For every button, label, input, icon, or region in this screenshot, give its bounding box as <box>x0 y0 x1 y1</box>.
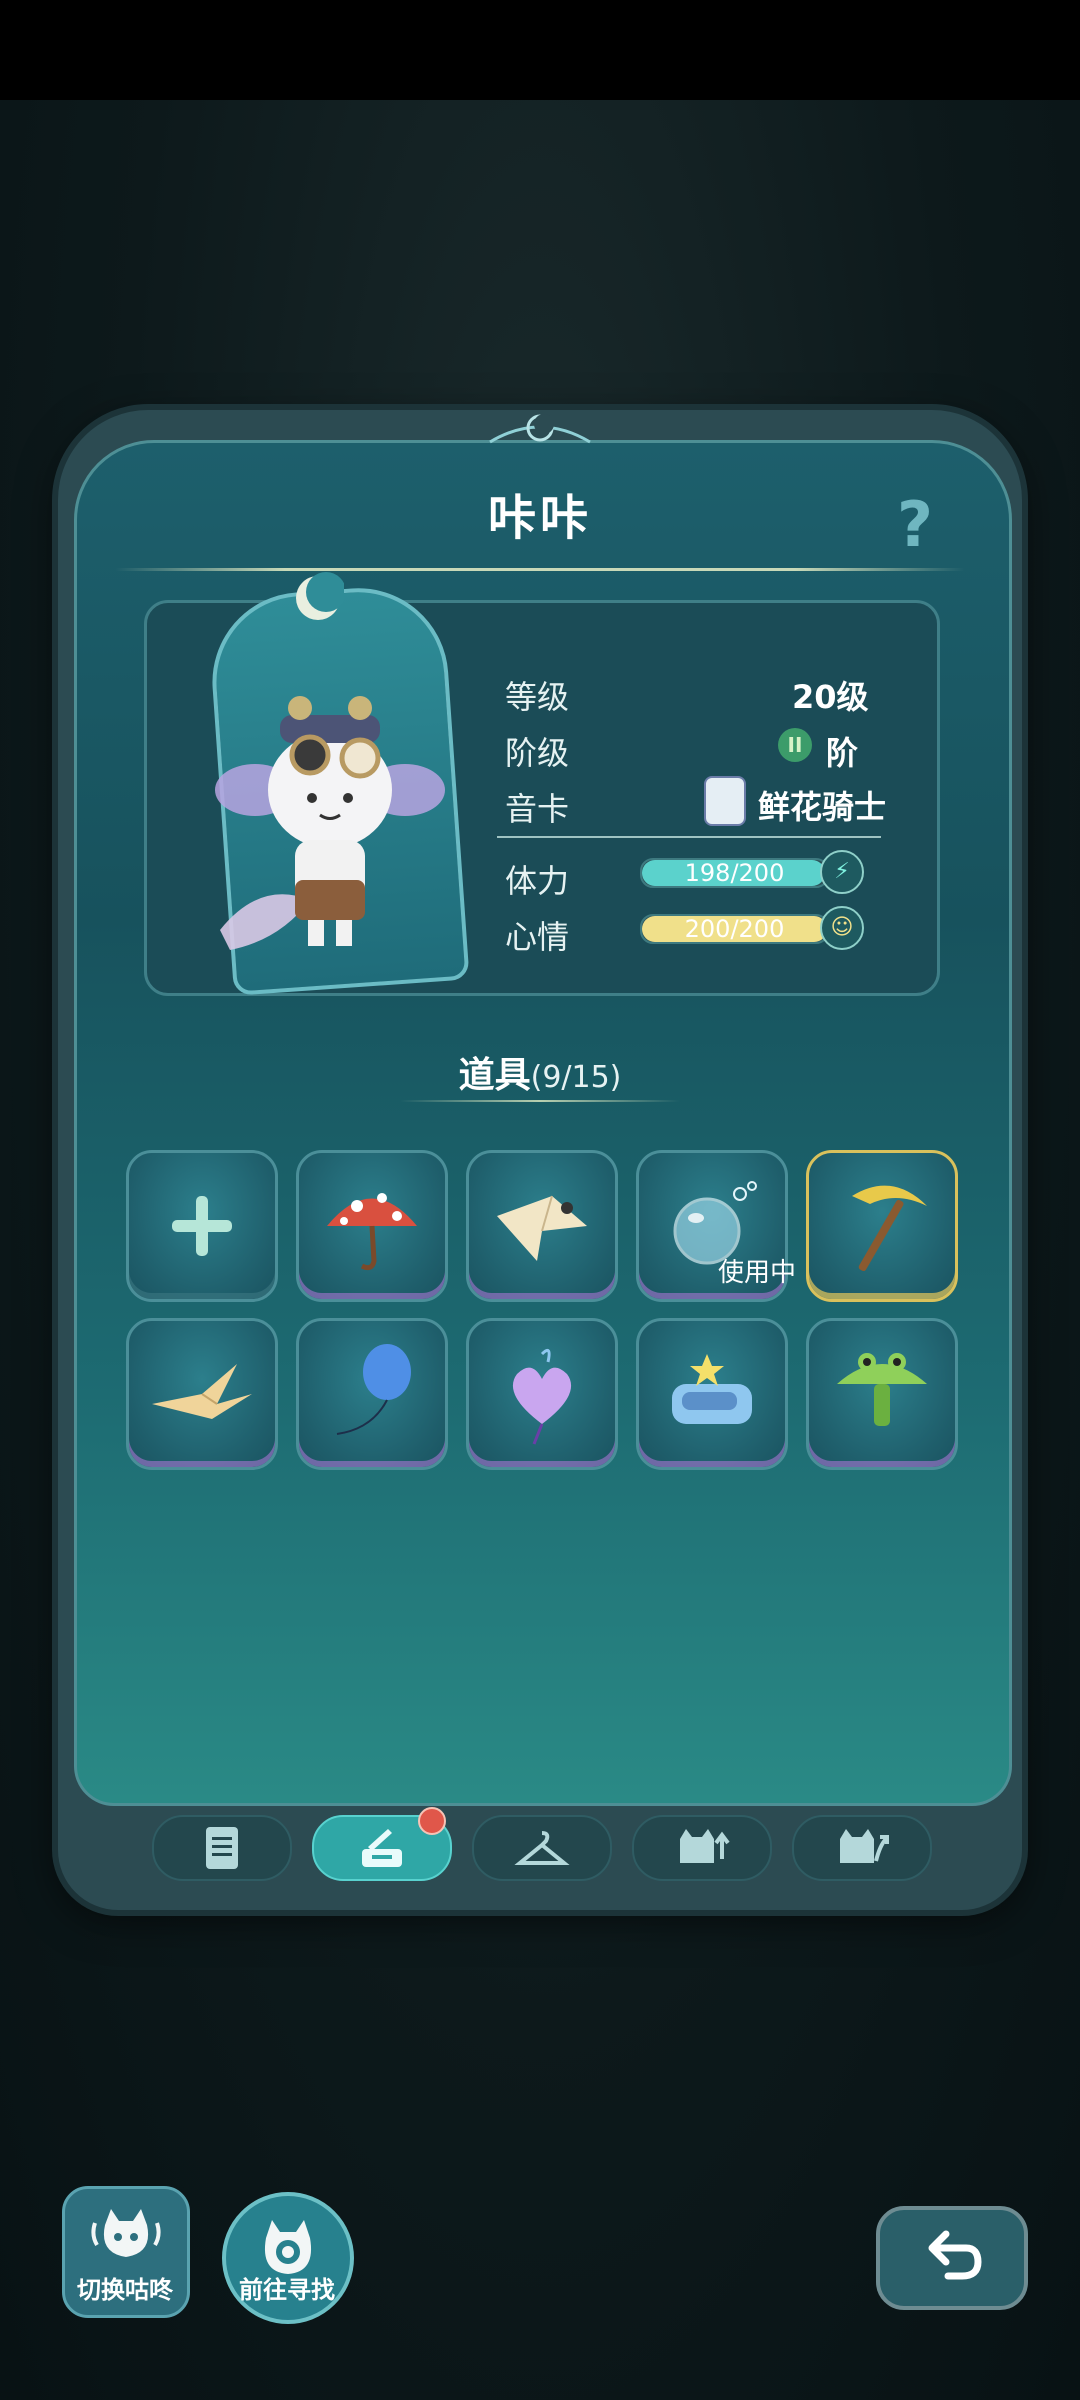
cat-up-icon <box>680 1829 730 1863</box>
rank-badge: II <box>778 728 812 762</box>
status-bar-area <box>0 0 1080 100</box>
stamina-label: 体力 <box>505 862 570 900</box>
in-use-text: 使用中 <box>717 1258 796 1288</box>
card-label: 音卡 <box>505 790 570 828</box>
cat-evolve-icon <box>840 1829 889 1863</box>
level-value: 20级 <box>792 678 869 716</box>
item-slot[interactable] <box>466 1318 618 1470</box>
music-card-icon <box>704 776 746 826</box>
item-slot[interactable] <box>806 1318 958 1470</box>
items-title: 道具 <box>458 1055 531 1096</box>
switch-gudong-label[interactable]: 切换咕咚 <box>60 2270 190 2305</box>
item-slot[interactable] <box>806 1150 958 1302</box>
item-slot[interactable] <box>466 1150 618 1302</box>
mood-bar: 200/200 <box>640 914 829 944</box>
items-section-title: 道具(9/15) <box>0 1046 1080 1098</box>
hanger-icon <box>514 1831 570 1865</box>
go-find-label[interactable]: 前往寻找 <box>214 2270 360 2305</box>
cat-face-icon <box>91 2209 161 2257</box>
lightning-icon[interactable]: ⚡ <box>820 850 864 894</box>
mood-label: 心情 <box>505 918 570 956</box>
in-use-label: 使用中 <box>656 1252 796 1288</box>
item-slot[interactable] <box>296 1150 448 1302</box>
blue-balloon-icon <box>336 1344 411 1435</box>
plus-icon <box>172 1196 232 1256</box>
tab-info[interactable] <box>152 1815 292 1881</box>
paper-crane-icon <box>152 1364 252 1419</box>
clipboard-icon <box>206 1827 238 1869</box>
notification-dot <box>418 1807 446 1835</box>
stamina-text: 198/200 <box>684 859 785 887</box>
items-divider <box>400 1100 680 1102</box>
back-arrow-icon <box>928 2230 982 2280</box>
help-icon[interactable]: ? <box>890 490 940 560</box>
character-avatar <box>215 696 445 950</box>
heart-balloon-icon <box>512 1348 572 1445</box>
stamina-bar: 198/200 <box>640 858 829 888</box>
title-divider <box>115 568 965 571</box>
tab-wardrobe[interactable] <box>472 1815 612 1881</box>
mood-text: 200/200 <box>684 915 785 943</box>
mushroom-umbrella-icon <box>327 1193 417 1271</box>
pickaxe-icon <box>852 1185 927 1272</box>
frog-umbrella-icon <box>837 1353 927 1426</box>
add-item-slot[interactable] <box>126 1150 278 1302</box>
tab-upgrade[interactable] <box>632 1815 772 1881</box>
moon-icon <box>296 572 344 620</box>
item-slot[interactable] <box>126 1318 278 1470</box>
stats-divider <box>497 836 881 838</box>
level-label: 等级 <box>505 678 570 716</box>
item-slot[interactable] <box>296 1318 448 1470</box>
tools-icon <box>362 1829 402 1867</box>
card-value[interactable]: 鲜花骑士 <box>758 782 886 828</box>
rank-value: 阶 <box>826 734 859 772</box>
tab-evolve[interactable] <box>792 1815 932 1881</box>
item-slot[interactable] <box>636 1318 788 1470</box>
rank-label: 阶级 <box>505 734 570 772</box>
back-button[interactable] <box>876 2206 1028 2310</box>
paper-kite-icon <box>497 1195 587 1261</box>
crescent-ornament-icon <box>489 414 591 444</box>
items-count: (9/15) <box>530 1060 622 1095</box>
panel-tab-bar <box>140 1807 940 1885</box>
star-bed-icon <box>672 1354 752 1424</box>
smile-icon[interactable]: ☺ <box>820 906 864 950</box>
